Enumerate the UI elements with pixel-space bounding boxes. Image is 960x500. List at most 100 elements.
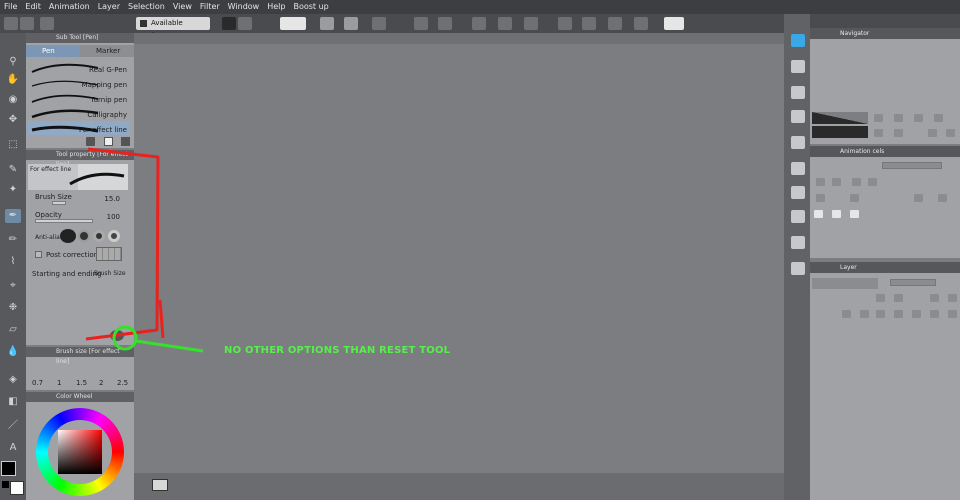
cel-dropdown[interactable]: [882, 162, 942, 169]
material-icon[interactable]: [791, 162, 805, 175]
decoration-icon[interactable]: ❉: [5, 301, 21, 315]
cel-tool-icon[interactable]: [816, 194, 825, 202]
layer-option-icon[interactable]: [876, 294, 885, 302]
menu-selection[interactable]: Selection: [124, 0, 169, 14]
brush-item-calligraphy[interactable]: Calligraphy: [28, 106, 130, 120]
hand-icon[interactable]: ✋: [5, 73, 21, 87]
zoom-slider[interactable]: [812, 112, 868, 124]
new-file-icon[interactable]: [320, 17, 334, 30]
grid-layout-icon[interactable]: [222, 17, 236, 30]
zoom-in-icon[interactable]: [894, 114, 903, 122]
antialias-none-icon[interactable]: [60, 229, 76, 243]
mask-icon[interactable]: [912, 310, 921, 318]
cel-tool-icon[interactable]: [852, 178, 861, 186]
layer-option-icon[interactable]: [948, 294, 957, 302]
cel-water-icon[interactable]: [814, 210, 823, 218]
open-file-icon[interactable]: [344, 17, 358, 30]
new-subtool-icon[interactable]: [104, 137, 113, 146]
menu-view[interactable]: View: [169, 0, 196, 14]
new-layer-icon[interactable]: [842, 310, 851, 318]
menu-filter[interactable]: Filter: [196, 0, 224, 14]
cel-tool-icon[interactable]: [850, 194, 859, 202]
size-option[interactable]: 1: [57, 379, 61, 387]
navigator-panel-icon[interactable]: [791, 34, 805, 47]
airbrush-icon[interactable]: ⌖: [5, 279, 21, 293]
size-option[interactable]: 2.5: [117, 379, 128, 387]
sub-view-icon[interactable]: [791, 60, 805, 73]
new-vector-layer-icon[interactable]: [860, 310, 869, 318]
merge-icon[interactable]: [894, 310, 903, 318]
flip-v-icon[interactable]: [946, 129, 955, 137]
menu-boost-up[interactable]: Boost up: [289, 0, 332, 14]
panel-toggle-icon[interactable]: [20, 17, 34, 30]
eraser-icon[interactable]: ▱: [5, 323, 21, 337]
menu-help[interactable]: Help: [263, 0, 289, 14]
pencil-icon[interactable]: ✏: [5, 233, 21, 247]
delete-subtool-icon[interactable]: [121, 137, 130, 146]
move-layer-icon[interactable]: ✥: [5, 113, 21, 127]
reset-tool-icon[interactable]: [110, 330, 124, 341]
redo-icon[interactable]: [438, 17, 452, 30]
fit-icon[interactable]: [914, 114, 923, 122]
tool-panel-icon[interactable]: [791, 86, 805, 99]
brush-item-mapping-pen[interactable]: Mapping pen: [28, 76, 130, 90]
cel-tool-icon[interactable]: [832, 178, 841, 186]
layer-option-icon[interactable]: [894, 294, 903, 302]
layer-property-icon[interactable]: [791, 210, 805, 223]
cel-paint-icon[interactable]: [850, 210, 859, 218]
selection-tool-icon[interactable]: ⬚: [5, 138, 21, 152]
rotate-left-icon[interactable]: [874, 129, 883, 137]
delete-layer-icon[interactable]: [948, 310, 957, 318]
timeline-icon[interactable]: [791, 136, 805, 149]
size-option[interactable]: 0.7: [32, 379, 43, 387]
copy-subtool-icon[interactable]: [86, 137, 95, 146]
transparent-color-swatch[interactable]: [2, 481, 9, 488]
brush-item-real-g-pen[interactable]: Real G-Pen: [28, 61, 130, 75]
tab-pen[interactable]: Pen: [26, 45, 80, 57]
sub-color-swatch[interactable]: [10, 481, 24, 495]
post-correction-slider[interactable]: [96, 247, 122, 261]
loading-icon[interactable]: [472, 17, 486, 30]
starting-ending-value[interactable]: Brush Size: [94, 270, 126, 277]
menu-edit[interactable]: Edit: [21, 0, 45, 14]
actual-size-icon[interactable]: [934, 114, 943, 122]
opacity-slider[interactable]: [890, 279, 936, 286]
cel-tool-icon[interactable]: [914, 194, 923, 202]
zoom-icon[interactable]: ⚲: [5, 55, 21, 69]
menu-file[interactable]: File: [0, 0, 21, 14]
zoom-out-icon[interactable]: [874, 114, 883, 122]
rotate-slider[interactable]: [812, 126, 868, 138]
navigator-toggle-icon[interactable]: [152, 479, 168, 491]
menu-animation[interactable]: Animation: [45, 0, 94, 14]
opacity-slider[interactable]: [35, 219, 93, 223]
figure-icon[interactable]: ／: [5, 419, 21, 433]
gradient-icon[interactable]: ◧: [5, 395, 21, 409]
auto-select-icon[interactable]: ✦: [5, 183, 21, 197]
brush-size-slider[interactable]: [52, 201, 66, 205]
flip-h-icon[interactable]: [928, 129, 937, 137]
pen-tool-icon[interactable]: ✒: [5, 209, 21, 223]
fill-tool-icon[interactable]: ◈: [5, 373, 21, 387]
opacity-value[interactable]: 100: [107, 213, 120, 221]
cel-paint-icon[interactable]: [832, 210, 841, 218]
cel-tool-icon[interactable]: [816, 178, 825, 186]
blend-mode-dropdown[interactable]: [812, 278, 878, 289]
post-correction-checkbox[interactable]: [35, 251, 42, 258]
transform-icon[interactable]: [498, 17, 512, 30]
antialias-strong-icon[interactable]: [108, 230, 120, 242]
antialias-weak-icon[interactable]: [78, 230, 90, 242]
image-material-icon[interactable]: [791, 186, 805, 199]
show-selection-icon[interactable]: [634, 17, 648, 30]
layout-dropdown-icon[interactable]: [238, 17, 252, 30]
operation-icon[interactable]: ◉: [5, 93, 21, 107]
tab-marker[interactable]: Marker: [80, 45, 134, 57]
blend-icon[interactable]: 💧: [5, 345, 21, 359]
layer-option-icon[interactable]: [930, 294, 939, 302]
menu-layer[interactable]: Layer: [94, 0, 124, 14]
brush-item-for-effect-line[interactable]: For effect line: [28, 121, 130, 135]
clear-outside-icon[interactable]: [582, 17, 596, 30]
main-color-swatch[interactable]: [1, 461, 16, 476]
color-wheel-ring[interactable]: [36, 408, 124, 496]
help-icon[interactable]: [664, 17, 684, 30]
new-folder-icon[interactable]: [876, 310, 885, 318]
